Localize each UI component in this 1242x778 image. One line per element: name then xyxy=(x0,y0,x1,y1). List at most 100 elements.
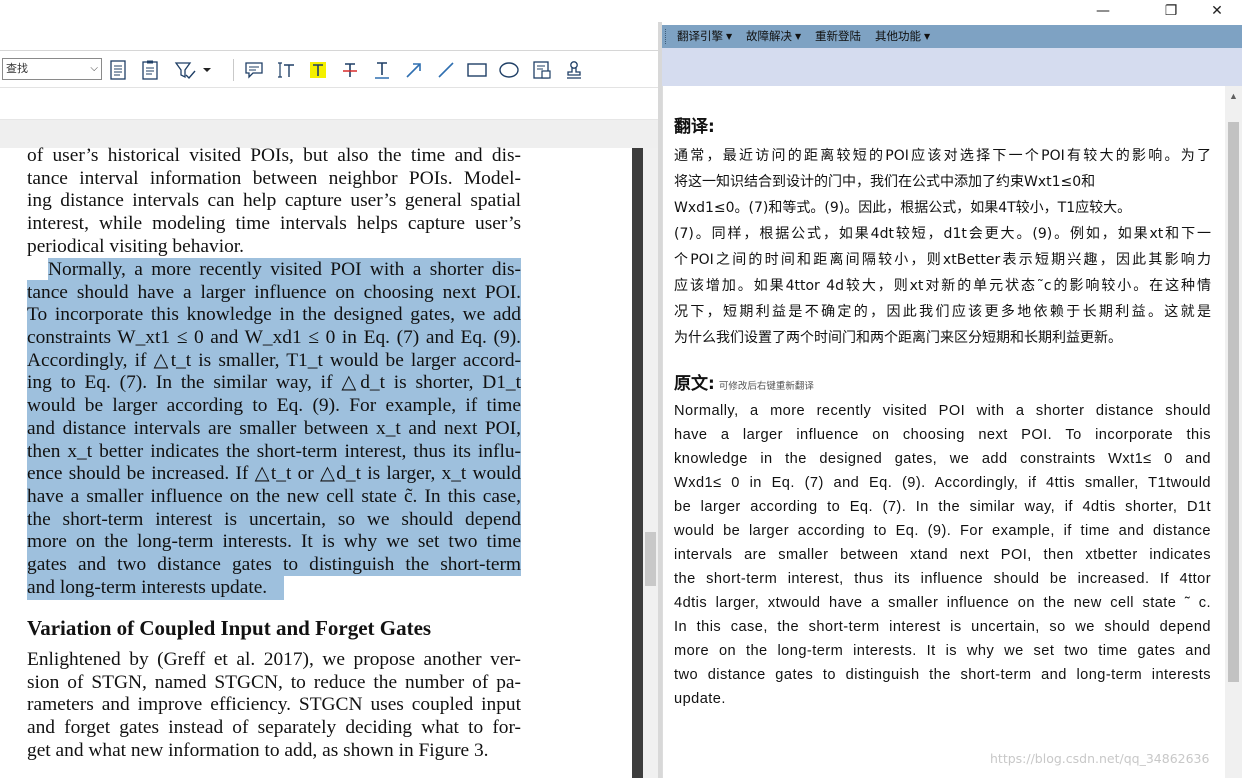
chevron-down-icon[interactable]: ⌵ xyxy=(90,59,98,79)
pdf-viewer: 查找 ⌵ of user’s historical visited POIs, … xyxy=(0,0,660,778)
pdf-paragraph-section: Enlightened by (Greff et al. 2017), we p… xyxy=(27,649,521,762)
pdf-text-line: sion of STGN, named STGCN, to reduce the… xyxy=(27,671,521,693)
pdf-scrollbar[interactable] xyxy=(643,148,658,778)
translator-content: 翻译: 通常，最近访问的距离较短的POI应该对选择下一个POI有较大的影响。为了… xyxy=(662,86,1225,778)
comment-icon[interactable] xyxy=(243,59,265,81)
caret-down-icon: ▼ xyxy=(795,32,802,41)
translation-text[interactable]: 通常，最近访问的距离较短的POI应该对选择下一个POI有较大的影响。为了 将这一… xyxy=(674,143,1211,351)
menu-label: 其他功能 xyxy=(875,29,921,43)
original-line: have a larger influence on choosing next… xyxy=(674,427,1211,443)
translation-line: (7)。同样，根据公式，如果4dt较短，d1t会更大。(9)。例如，如果xt和下… xyxy=(674,226,1211,242)
find-input-value: 查找 xyxy=(6,62,28,75)
page-icon[interactable] xyxy=(107,59,129,81)
chevron-down-icon[interactable] xyxy=(200,59,214,81)
arrow-icon[interactable] xyxy=(403,59,425,81)
minimize-icon[interactable]: — xyxy=(1080,0,1126,22)
pdf-text-line: and forget gates instead of separately d… xyxy=(27,717,521,739)
translation-line: 为什么我们设置了两个时间门和两个距离门来区分短期和长期利益更新。 xyxy=(674,330,1122,346)
menu-relogin[interactable]: 重新登陆 xyxy=(815,25,861,48)
stamp-icon[interactable] xyxy=(531,59,553,81)
original-line: In this case, the short-term interest is… xyxy=(674,619,1211,635)
pdf-text-line: of user’s historical visited POIs, but a… xyxy=(27,145,521,166)
original-line: intervals are smaller between xtand next… xyxy=(674,547,1211,563)
ellipse-icon[interactable] xyxy=(498,59,520,81)
pdf-page-gap xyxy=(0,120,660,148)
translator-scrollbar[interactable]: ▲ xyxy=(1225,86,1242,778)
scrollbar-thumb[interactable] xyxy=(645,532,656,586)
highlight-icon[interactable] xyxy=(307,59,329,81)
original-line: more on the long-term interests. It is w… xyxy=(674,643,1211,659)
pdf-text-line: Normally, a more recently visited POI wi… xyxy=(48,259,521,280)
pdf-text-line: then x_t better indicates the short-term… xyxy=(27,440,521,462)
pdf-text-line: more on the long-term interests. It is w… xyxy=(27,531,521,553)
pdf-text-line: constraints W_xt1 ≤ 0 and W_xd1 ≤ 0 in E… xyxy=(27,327,521,349)
menu-label: 翻译引擎 xyxy=(677,29,723,43)
pdf-text-line: and long-term interests update. xyxy=(27,576,268,598)
restore-icon[interactable]: ❐ xyxy=(1148,0,1194,22)
menu-label: 重新登陆 xyxy=(815,29,861,43)
pdf-paragraph-selected[interactable]: Normally, a more recently visited POI wi… xyxy=(27,259,521,599)
original-line: be larger according to Eq. (7). In the s… xyxy=(674,499,1211,515)
pdf-text-line: ing to Eq. (7). In the similar way, if △… xyxy=(27,372,521,394)
line-icon[interactable] xyxy=(435,59,457,81)
menu-other-functions[interactable]: 其他功能 ▼ xyxy=(875,25,930,48)
pdf-text-line: and distance intervals are smaller betwe… xyxy=(27,417,521,439)
original-title: 原文: xyxy=(674,374,715,394)
translation-line: 通常，最近访问的距离较短的POI应该对选择下一个POI有较大的影响。为了 xyxy=(674,148,1211,164)
original-hint: 可修改后右键重新翻译 xyxy=(718,381,814,392)
title-bar: — ❐ ✕ xyxy=(662,0,1242,22)
pdf-text-line: Accordingly, if △t_t is smaller, T1_t wo… xyxy=(27,349,521,371)
pdf-text-line: have a smaller influence on the new cell… xyxy=(27,485,521,507)
pdf-text-line: periodical visiting behavior. xyxy=(27,235,245,257)
menu-troubleshoot[interactable]: 故障解决 ▼ xyxy=(746,25,801,48)
original-line: Normally, a more recently visited POI wi… xyxy=(674,403,1211,419)
translation-line: 将这一知识结合到设计的门中，我们在公式中添加了约束Wxt1≤0和 xyxy=(674,174,1096,190)
find-input[interactable]: 查找 ⌵ xyxy=(2,58,102,80)
original-line: two distance gates to distinguish the sh… xyxy=(674,667,1211,683)
underline-icon[interactable] xyxy=(371,59,393,81)
original-line: Wxd1≤ 0 in Eq. (7) and Eq. (9). Accordin… xyxy=(674,475,1211,491)
pdf-section-heading: Variation of Coupled Input and Forget Ga… xyxy=(27,616,432,640)
strikethrough-icon[interactable] xyxy=(339,59,361,81)
pdf-text-line: interest, while modeling time intervals … xyxy=(27,213,521,235)
translator-subbar xyxy=(662,48,1242,86)
rectangle-icon[interactable] xyxy=(466,59,488,81)
pdf-text-line: To incorporate this knowledge in the des… xyxy=(27,304,521,326)
pdf-toolbar: 查找 ⌵ xyxy=(0,50,660,88)
pdf-text-line: tance interval information between neigh… xyxy=(27,167,521,189)
original-line: knowledge in the designed gates, we add … xyxy=(674,451,1211,467)
toolbar-separator xyxy=(233,59,234,81)
pdf-text-line: ence should be increased. If △t_t or △d_… xyxy=(27,463,521,485)
select-tool-icon[interactable] xyxy=(174,59,196,81)
pdf-text-line: would be larger according to Eq. (9). Fo… xyxy=(27,395,521,417)
original-line: the short-term interest, thus its influe… xyxy=(674,571,1211,587)
pdf-text-line: ing distance intervals can help capture … xyxy=(27,190,521,212)
scrollbar-thumb[interactable] xyxy=(1228,122,1239,682)
pdf-text-line: tance should have a larger influence on … xyxy=(27,281,521,303)
pages-icon[interactable] xyxy=(139,59,161,81)
translation-line: 个POI之间的时间和距离间隔较小，则xtBetter表示短期兴趣，因此其影响力 xyxy=(674,252,1211,268)
pdf-text-line: rameters and improve efficiency. STGCN u… xyxy=(27,694,521,716)
translation-title: 翻译: xyxy=(674,117,715,137)
signature-icon[interactable] xyxy=(563,59,585,81)
pdf-text-line: get and what new information to add, as … xyxy=(27,739,489,761)
caret-down-icon: ▼ xyxy=(726,32,733,41)
menu-bar: 翻译引擎 ▼ 故障解决 ▼ 重新登陆 其他功能 ▼ xyxy=(662,25,1242,48)
scroll-up-icon[interactable]: ▲ xyxy=(1225,88,1242,104)
pdf-page-edge xyxy=(632,148,643,778)
original-title-row: 原文: 可修改后右键重新翻译 xyxy=(674,369,814,394)
translation-line: 况下，短期利益是不确定的，因此我们应该更多地依赖于长期利益。这就是 xyxy=(674,304,1211,320)
original-line: update. xyxy=(674,691,726,707)
translator-window: — ❐ ✕ 翻译引擎 ▼ 故障解决 ▼ 重新登陆 其他功能 ▼ 翻译: 通常，最近访问… xyxy=(662,0,1242,778)
pdf-paragraph-intro: of user’s historical visited POIs, but a… xyxy=(27,145,521,258)
menu-translation-engine[interactable]: 翻译引擎 ▼ xyxy=(677,25,732,48)
original-line: 4dtis larger, xtwould have a smaller inf… xyxy=(674,595,1211,611)
translation-line: 应该增加。如果4ttor 4d较大，则xt对新的单元状态˜c的影响较小。在这种情 xyxy=(674,278,1211,294)
text-edit-icon[interactable] xyxy=(275,59,297,81)
close-icon[interactable]: ✕ xyxy=(1194,0,1240,22)
menu-grip xyxy=(665,29,668,44)
pdf-text-line: the short-term interest is uncertain, so… xyxy=(27,508,521,530)
original-text-editor[interactable]: Normally, a more recently visited POI wi… xyxy=(674,399,1211,711)
pdf-secondary-bar xyxy=(0,88,660,120)
original-line: would be larger according to Eq. (9). Fo… xyxy=(674,523,1211,539)
